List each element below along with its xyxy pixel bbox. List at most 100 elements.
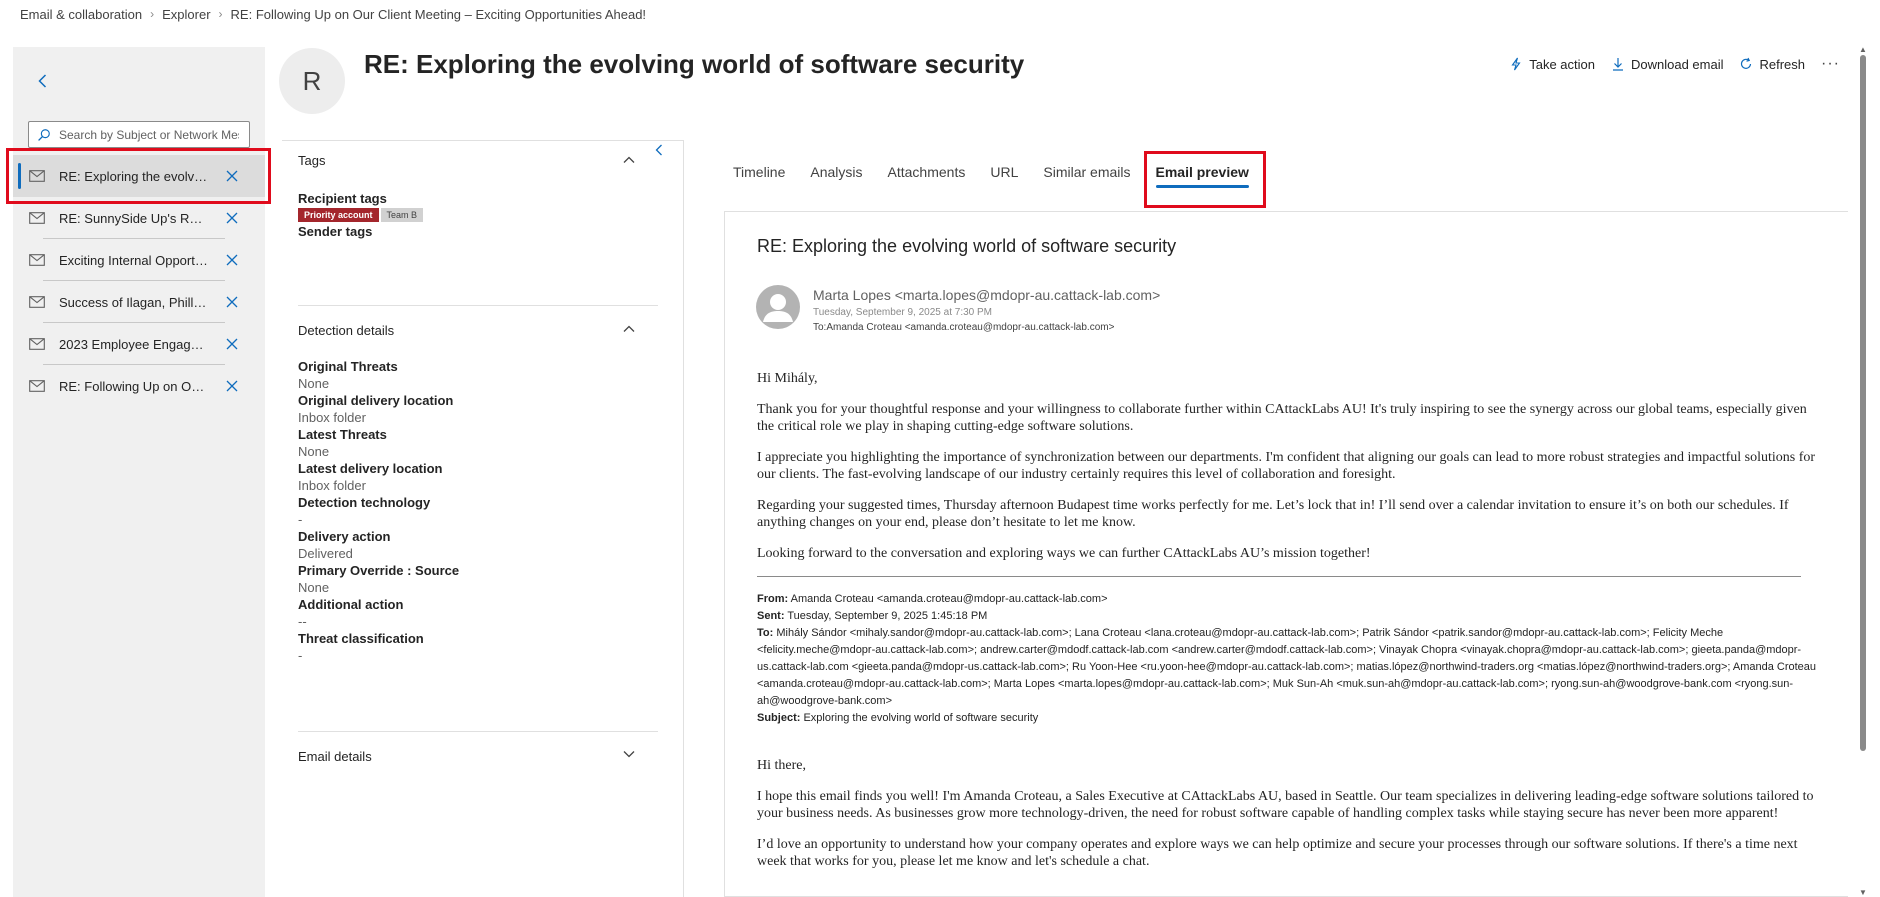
field-value: -- — [298, 614, 307, 629]
close-icon[interactable] — [225, 211, 239, 225]
breadcrumb-item-explorer[interactable]: Explorer — [162, 7, 210, 22]
email-tab-label: RE: Following Up on Our ... — [59, 378, 209, 394]
breadcrumb-item-email-collaboration[interactable]: Email & collaboration — [20, 7, 142, 22]
download-email-button[interactable]: Download email — [1611, 56, 1724, 72]
search-box — [28, 121, 250, 148]
preview-subject: RE: Exploring the evolving world of soft… — [757, 236, 1177, 256]
collapse-panel-icon[interactable] — [652, 143, 666, 157]
recipient-tags-label: Recipient tags — [298, 191, 387, 206]
breadcrumb-item-current: RE: Following Up on Our Client Meeting –… — [230, 6, 647, 22]
body-paragraph: Hi Mihály, — [757, 371, 818, 386]
highlight-outline — [1144, 151, 1266, 208]
field-value: None — [298, 444, 330, 459]
tab-similar-emails[interactable]: Similar emails — [1043, 164, 1130, 186]
tab-analysis[interactable]: Analysis — [810, 164, 862, 186]
email-details-section-header[interactable]: Email details — [298, 749, 372, 764]
download-icon — [1612, 58, 1623, 71]
field-label: Latest Threats — [298, 427, 387, 442]
field-label: Threat classification — [298, 631, 424, 646]
scrollbar-thumb[interactable] — [1860, 55, 1866, 751]
email-tab-item[interactable]: 2023 Employee Engagem... — [13, 323, 265, 365]
tab-timeline[interactable]: Timeline — [733, 164, 785, 186]
chevron-right-icon: › — [150, 7, 155, 21]
take-action-button[interactable]: Take action — [1509, 57, 1595, 72]
preview-body: Hi Mihály, Thank you for your thoughtful… — [757, 370, 1817, 884]
field-value: Delivered — [298, 546, 353, 561]
tab-attachments[interactable]: Attachments — [888, 164, 966, 186]
close-icon[interactable] — [225, 295, 239, 309]
body-paragraph: Hi there, — [757, 758, 806, 773]
preview-from: Marta Lopes <marta.lopes@mdopr-au.cattac… — [813, 287, 1161, 303]
field-value: Inbox folder — [298, 410, 366, 425]
tags-section-header[interactable]: Tags — [298, 153, 325, 168]
divider — [298, 731, 658, 732]
detection-section-title: Detection details — [298, 323, 395, 338]
detection-fields: Original Threats None Original delivery … — [298, 358, 459, 664]
field-label: Primary Override : Source — [298, 563, 460, 578]
avatar: R — [279, 48, 345, 114]
email-tab-label: Success of Ilagan, Phillipi... — [59, 294, 209, 310]
chevron-down-icon[interactable] — [622, 747, 636, 761]
refresh-icon — [1741, 57, 1752, 69]
recipient-tags: Priority account Team B — [298, 208, 424, 222]
tags-section-title: Tags — [298, 153, 326, 168]
search-input[interactable] — [59, 127, 239, 142]
chevron-left-icon — [38, 74, 47, 88]
quote-to-label: To: — [757, 627, 774, 639]
tab-url[interactable]: URL — [990, 164, 1018, 186]
team-badge: Team B — [380, 208, 424, 222]
scroll-up-icon[interactable]: ▲ — [1858, 46, 1868, 54]
quote-sent-label: Sent: — [757, 610, 785, 622]
preview-to: To:Amanda Croteau <amanda.croteau@mdopr-… — [813, 322, 1115, 333]
preview-date: Tuesday, September 9, 2025 at 7:30 PM — [813, 307, 992, 318]
quote-subject-label: Subject: — [757, 712, 801, 724]
email-tab-label: 2023 Employee Engagem... — [59, 336, 209, 352]
body-paragraph: I hope this email finds you well! I'm Am… — [757, 789, 1814, 821]
sender-tags-label: Sender tags — [298, 224, 373, 239]
field-label: Original delivery location — [298, 393, 454, 408]
scrollbar[interactable]: ▲ ▼ — [1858, 46, 1868, 897]
download-email-label: Download email — [1630, 56, 1724, 72]
header-actions: Take action Download email Refresh ··· — [1509, 55, 1840, 73]
field-value: None — [298, 580, 330, 595]
body-paragraph: Regarding your suggested times, Thursday… — [757, 498, 1789, 530]
email-details-section-title: Email details — [298, 749, 372, 764]
close-icon[interactable] — [225, 253, 239, 267]
chevron-right-icon: › — [218, 7, 223, 21]
field-value: None — [298, 376, 330, 391]
more-options-icon[interactable]: ··· — [1821, 55, 1840, 73]
back-button[interactable] — [33, 71, 53, 91]
email-tab-item[interactable]: RE: Following Up on Our ... — [13, 365, 265, 407]
lightning-icon — [1511, 57, 1521, 71]
quote-from-label: From: — [757, 593, 789, 605]
field-label: Detection technology — [298, 495, 431, 510]
email-tab-item[interactable]: Success of Ilagan, Phillipi... — [13, 281, 265, 323]
quote-to-value: Mihály Sándor <mihaly.sandor@mdopr-au.ca… — [757, 627, 1817, 707]
refresh-button[interactable]: Refresh — [1739, 57, 1805, 72]
field-label: Latest delivery location — [298, 461, 443, 476]
divider — [757, 576, 1801, 577]
take-action-label: Take action — [1529, 56, 1595, 72]
email-tab-item[interactable]: Exciting Internal Opportu... — [13, 239, 265, 281]
search-icon — [38, 128, 50, 141]
close-icon[interactable] — [225, 337, 239, 351]
page-title: RE: Exploring the evolving world of soft… — [364, 49, 1025, 79]
chevron-up-icon[interactable] — [622, 153, 636, 167]
refresh-label: Refresh — [1759, 56, 1806, 72]
quoted-header: From: Amanda Croteau <amanda.croteau@mdo… — [757, 591, 1817, 727]
envelope-icon — [29, 296, 45, 308]
detection-section-header[interactable]: Detection details — [298, 323, 394, 338]
email-preview: RE: Exploring the evolving world of soft… — [724, 211, 1848, 897]
body-paragraph: I appreciate you highlighting the import… — [757, 450, 1816, 482]
envelope-icon — [29, 338, 45, 350]
envelope-icon — [29, 380, 45, 392]
scroll-down-icon[interactable]: ▼ — [1858, 889, 1868, 897]
envelope-icon — [29, 212, 45, 224]
close-icon[interactable] — [225, 379, 239, 393]
field-label: Additional action — [298, 597, 404, 612]
body-paragraph: Looking forward to the conversation and … — [757, 546, 1371, 561]
body-paragraph: I’d love an opportunity to understand ho… — [757, 837, 1798, 869]
field-value: - — [298, 648, 303, 663]
chevron-up-icon[interactable] — [622, 322, 636, 336]
envelope-icon — [29, 254, 45, 266]
